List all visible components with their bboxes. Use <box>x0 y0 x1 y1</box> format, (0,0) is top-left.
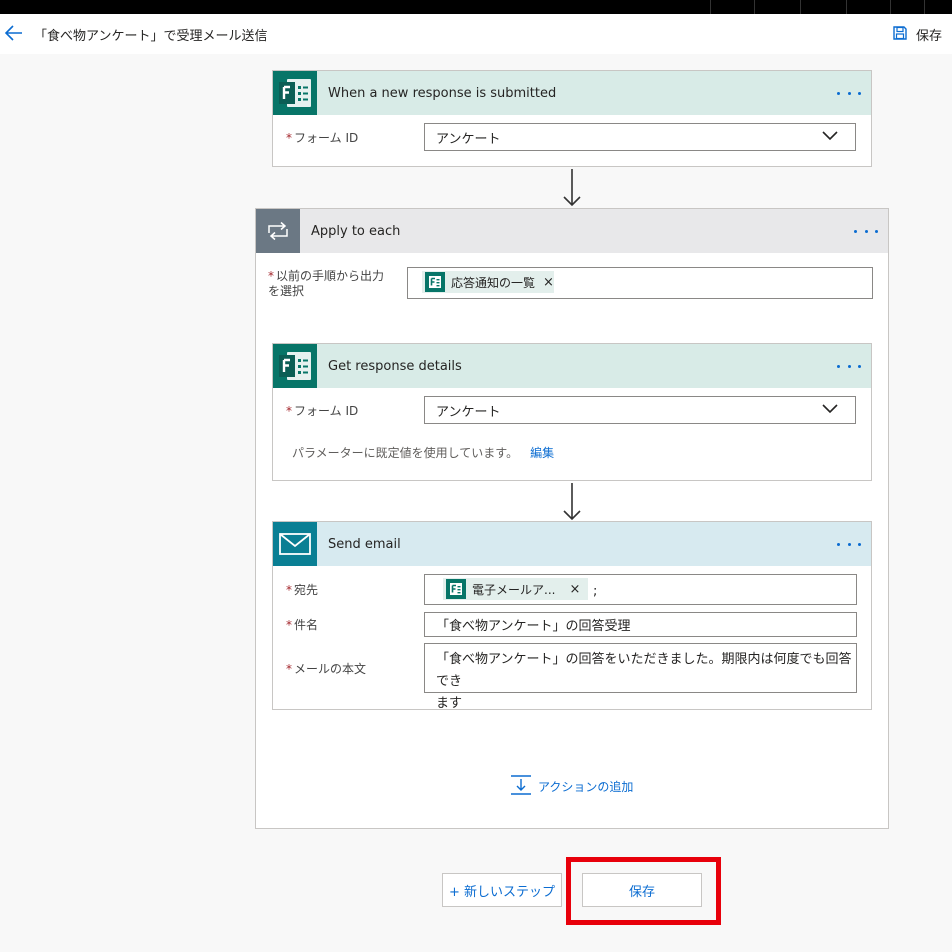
send-email-card: Send email * 宛先 電子メールア... × ; * 件名 「食べ物アンケ… <box>272 521 872 711</box>
apply-to-each-title: Apply to each <box>311 223 401 239</box>
details-form-id-value: アンケート <box>436 404 501 420</box>
subject-label: * 件名 <box>286 618 319 632</box>
trigger-form-id-label: * フォーム ID <box>286 131 359 145</box>
response-list-token[interactable]: 応答通知の一覧 × <box>422 271 554 293</box>
email-address-token[interactable]: 電子メールア... × <box>443 578 589 600</box>
add-action-icon <box>510 774 532 799</box>
email-address-token-label: 電子メールア... <box>472 582 556 597</box>
send-email-more-icon[interactable] <box>837 536 861 552</box>
loop-icon <box>256 209 300 253</box>
edit-link[interactable]: 編集 <box>530 446 554 460</box>
save-highlight-box <box>566 857 721 925</box>
select-output-label: * 以前の手順から出力 を選択 <box>268 269 385 298</box>
get-response-details-header[interactable]: Get response details <box>273 344 871 388</box>
trigger-form-id-value: アンケート <box>436 131 501 147</box>
close-icon[interactable]: × <box>569 582 580 597</box>
arrow-down-icon <box>563 483 581 521</box>
apply-to-each-more-icon[interactable] <box>854 223 878 239</box>
back-arrow-icon[interactable] <box>4 22 24 44</box>
details-form-id-dropdown[interactable]: アンケート <box>424 396 856 424</box>
body-input[interactable]: 「食べ物アンケート」の回答をいただきました。期限内は何度でも回答でき ます <box>424 643 857 711</box>
header-save-button[interactable]: 保存 <box>892 24 942 44</box>
save-disk-icon <box>892 25 908 44</box>
add-action-label: アクションの追加 <box>538 780 634 794</box>
forms-icon <box>273 344 317 388</box>
trigger-title: When a new response is submitted <box>328 85 557 101</box>
header-save-label: 保存 <box>916 28 943 44</box>
strip-divider <box>846 0 847 14</box>
get-response-details-card: Get response details * フォーム ID アンケート パラメー… <box>272 343 872 481</box>
strip-divider <box>800 0 801 14</box>
get-response-details-more-icon[interactable] <box>837 358 861 374</box>
window-top-strip <box>0 0 952 14</box>
body-line-1: 「食べ物アンケート」の回答をいただきました。期限内は何度でも回答でき <box>436 652 852 689</box>
send-email-title: Send email <box>328 536 401 552</box>
subject-value: 「食べ物アンケート」の回答受理 <box>436 619 631 634</box>
strip-divider <box>754 0 755 14</box>
strip-divider <box>890 0 891 14</box>
body-label: * メールの本文 <box>286 662 367 676</box>
send-email-header[interactable]: Send email <box>273 522 871 566</box>
new-step-button[interactable]: + 新しいステップ <box>442 873 562 907</box>
trigger-form-id-dropdown[interactable]: アンケート <box>424 123 856 151</box>
trigger-card-header[interactable]: When a new response is submitted <box>273 71 871 115</box>
trigger-card: When a new response is submitted * フォーム I… <box>272 70 872 167</box>
details-form-id-label: * フォーム ID <box>286 404 359 418</box>
default-params-helper: パラメーターに既定値を使用しています。 編集 <box>292 446 555 460</box>
mail-icon <box>273 522 317 566</box>
apply-to-each-header[interactable]: Apply to each <box>256 209 888 253</box>
get-response-details-title: Get response details <box>328 358 462 374</box>
close-icon[interactable]: × <box>543 275 554 290</box>
forms-icon <box>273 71 317 115</box>
trigger-more-icon[interactable] <box>837 85 861 101</box>
chevron-down-icon <box>821 401 839 417</box>
designer-header: 「食べ物アンケート」で受理メール送信 保存 <box>0 14 952 54</box>
flow-title: 「食べ物アンケート」で受理メール送信 <box>34 29 268 44</box>
to-separator: ; <box>593 584 598 599</box>
response-list-token-label: 応答通知の一覧 <box>451 275 536 290</box>
forms-icon <box>425 272 445 292</box>
strip-divider <box>710 0 711 14</box>
arrow-down-icon <box>563 169 581 207</box>
add-action-button[interactable]: アクションの追加 <box>510 774 633 799</box>
strip-divider <box>924 0 925 14</box>
body-line-2: ます <box>436 696 463 711</box>
to-label: * 宛先 <box>286 583 319 597</box>
chevron-down-icon <box>821 128 839 144</box>
subject-input[interactable]: 「食べ物アンケート」の回答受理 <box>424 612 857 637</box>
forms-icon <box>446 579 466 599</box>
